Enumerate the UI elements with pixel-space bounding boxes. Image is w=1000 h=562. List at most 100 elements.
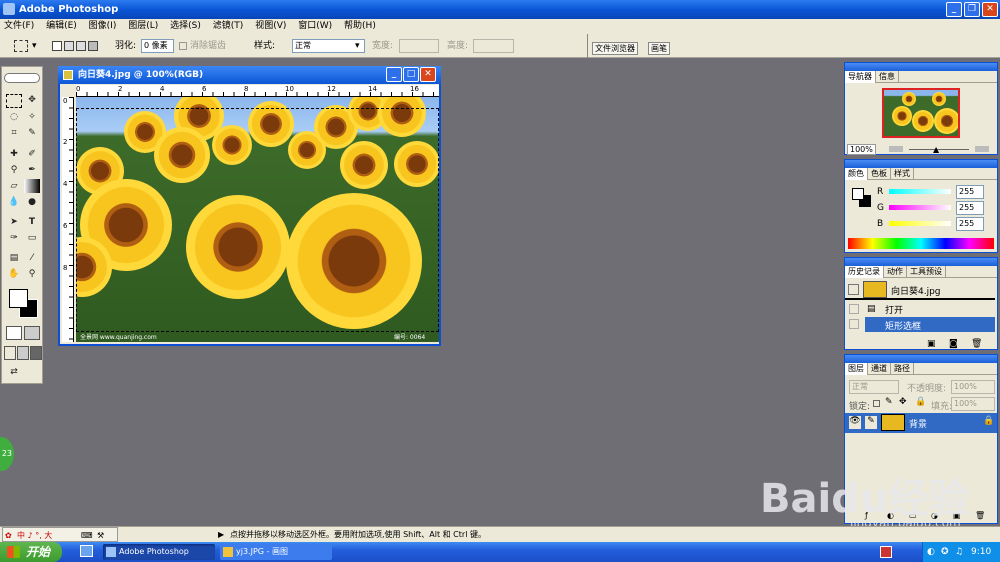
add-selection-icon[interactable] [64,41,74,51]
menu-view[interactable]: 视图(V) [255,21,286,31]
tray-app-icon[interactable] [880,546,892,558]
lock-brush-icon[interactable]: ✎ [885,397,893,407]
opacity-input[interactable]: 100% [951,380,995,394]
layer-row-background[interactable]: 👁 ✎ 背景 🔒 [845,413,997,433]
zoom-slider-thumb[interactable]: ▲ [933,145,939,154]
menu-layer[interactable]: 图层(L) [128,21,158,31]
show-desktop-icon[interactable] [80,545,93,557]
task-paint[interactable]: yj3.JPG - 画图 [220,544,332,560]
blend-mode-select[interactable]: 正常 [849,380,899,394]
ime-status[interactable]: 中 ♪ °, 大 [17,528,52,543]
channel-g-input[interactable]: 255 [956,201,984,215]
tab-layers[interactable]: 图层 [845,363,868,375]
color-ramp[interactable] [848,238,994,249]
document-window[interactable]: 向日葵4.jpg @ 100%(RGB) _ □ ✕ 0 2 4 6 8 10 … [58,66,441,346]
file-browser-tab[interactable]: 文件浏览器 [592,42,638,55]
history-snapshot[interactable]: 向日葵4.jpg [845,280,995,300]
navigator-thumbnail[interactable] [882,88,960,138]
tab-color[interactable]: 颜色 [845,168,868,180]
history-brush-icon[interactable]: ✒ [24,163,40,177]
brush-icon[interactable]: ✎ [865,416,877,429]
eyedropper-icon[interactable]: ⁄ [24,251,40,265]
image-canvas[interactable]: 全景网 www.quanjing.com 编号: 0064 [76,97,439,342]
screen-mode-standard-icon[interactable] [4,346,16,360]
doc-maximize-button[interactable]: □ [403,67,419,82]
tab-swatches[interactable]: 色板 [868,168,891,180]
quick-mask-icon[interactable] [24,326,40,340]
foreground-color-swatch[interactable] [9,289,28,308]
magic-wand-icon[interactable]: ✧ [24,110,40,124]
history-source-box[interactable] [849,319,859,329]
move-tool-icon[interactable]: ✥ [24,93,40,107]
document-title-bar[interactable]: 向日葵4.jpg @ 100%(RGB) _ □ ✕ [58,66,441,84]
new-document-icon[interactable]: ▣ [927,339,936,349]
blur-tool-icon[interactable]: 💧 [6,195,22,209]
zoom-tool-icon[interactable]: ⚲ [24,267,40,281]
doc-close-button[interactable]: ✕ [420,67,436,82]
channel-r-input[interactable]: 255 [956,185,984,199]
tab-actions[interactable]: 动作 [884,266,907,278]
healing-brush-icon[interactable]: ✚ [6,147,22,161]
eye-icon[interactable]: 👁 [849,416,861,429]
chevron-down-icon[interactable]: ▾ [32,34,37,58]
lock-transparency-icon[interactable] [873,400,880,407]
adobe-online-icon[interactable] [4,73,40,83]
volume-icon[interactable]: ♫ [955,542,963,562]
channel-g-slider[interactable] [889,205,951,210]
shape-tool-icon[interactable]: ▭ [24,231,40,245]
intersect-selection-icon[interactable] [88,41,98,51]
restore-button[interactable]: ❐ [964,2,980,17]
trash-icon[interactable]: 🗑 [971,339,982,349]
width-input[interactable] [399,39,439,53]
ime-logo-icon[interactable]: ✿ [5,528,12,543]
tab-navigator[interactable]: 导航器 [845,71,876,83]
doc-minimize-button[interactable]: _ [386,67,402,82]
tab-tool-presets[interactable]: 工具预设 [907,266,946,278]
menu-image[interactable]: 图像(I) [89,21,117,31]
clock[interactable]: 9:10 [971,542,991,562]
task-photoshop[interactable]: Adobe Photoshop [103,544,215,560]
menu-select[interactable]: 选择(S) [170,21,201,31]
minimize-button[interactable]: _ [946,2,962,17]
marquee-tool-icon[interactable] [6,94,22,108]
height-input[interactable] [473,39,514,53]
keyboard-icon[interactable]: ⌨ [81,528,93,543]
clone-stamp-icon[interactable]: ⚲ [6,163,22,177]
panel-header[interactable] [845,258,997,266]
type-tool-icon[interactable]: T [24,215,40,229]
brush-tool-icon[interactable]: ✐ [24,147,40,161]
marquee-preset-icon[interactable] [14,40,28,52]
ime-toolbar[interactable]: ✿ 中 ♪ °, 大 ⌨ ⚒ [2,527,118,542]
standard-mode-icon[interactable] [6,326,22,340]
tab-styles[interactable]: 样式 [891,168,914,180]
menu-filter[interactable]: 滤镜(T) [213,21,244,31]
horizontal-ruler[interactable]: 0 2 4 6 8 10 12 14 16 [76,85,439,97]
crop-tool-icon[interactable]: ⌗ [6,126,22,140]
panel-header[interactable] [845,63,997,71]
zoom-out-icon[interactable] [889,146,903,152]
notification-badge[interactable]: 23 [0,437,14,471]
ime-tools-icon[interactable]: ⚒ [97,528,104,543]
feather-input[interactable]: 0 像素 [141,39,174,53]
jump-to-imageready-icon[interactable]: ⇄ [6,365,22,379]
path-selection-icon[interactable]: ➤ [6,215,22,229]
dodge-tool-icon[interactable]: ● [24,195,40,209]
channel-b-slider[interactable] [889,221,951,226]
notes-tool-icon[interactable]: ▤ [6,251,22,265]
history-item[interactable]: ▤ 打开 [845,302,995,316]
gradient-tool-icon[interactable] [24,179,40,193]
menu-edit[interactable]: 编辑(E) [46,21,77,31]
zoom-in-icon[interactable] [975,146,989,152]
history-item-selected[interactable]: 矩形选框 [865,317,995,332]
eraser-icon[interactable]: ▱ [6,179,22,193]
channel-r-slider[interactable] [889,189,951,194]
slice-tool-icon[interactable]: ✎ [24,126,40,140]
start-button[interactable]: 开始 [0,542,62,562]
app-title-bar[interactable]: Adobe Photoshop _ ❐ ✕ [0,0,1000,19]
screen-mode-full-icon[interactable] [30,346,42,360]
menu-help[interactable]: 帮助(H) [344,21,376,31]
screen-mode-full-menu-icon[interactable] [17,346,29,360]
fill-input[interactable]: 100% [951,397,995,411]
subtract-selection-icon[interactable] [76,41,86,51]
tab-paths[interactable]: 路径 [891,363,914,375]
